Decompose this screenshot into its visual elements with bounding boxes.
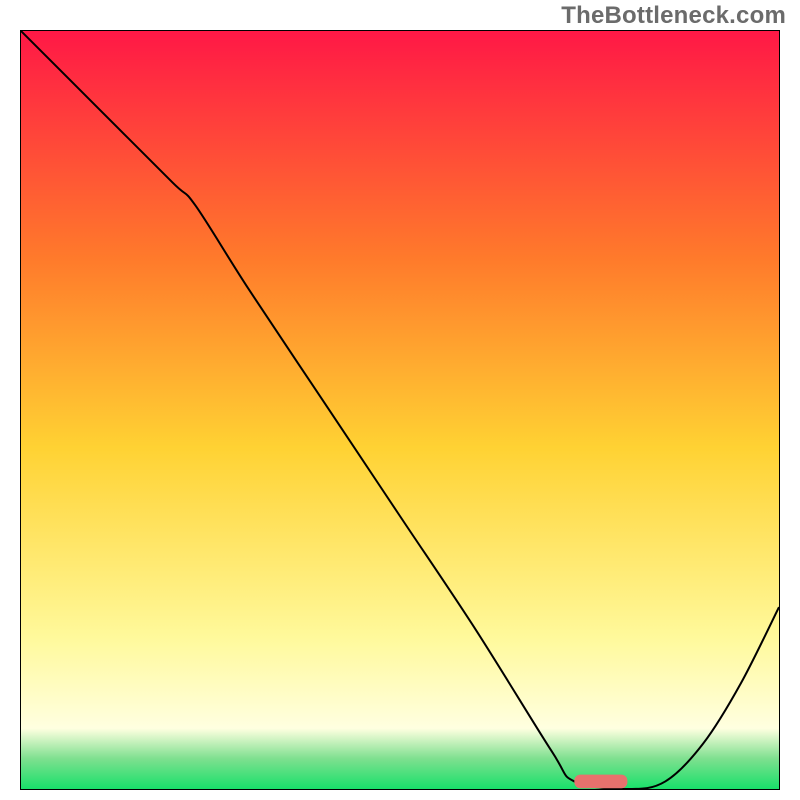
- watermark-text: TheBottleneck.com: [561, 2, 786, 30]
- plot-svg: [21, 31, 779, 789]
- optimum-marker: [574, 775, 627, 789]
- chart-stage: TheBottleneck.com: [0, 0, 800, 800]
- plot-area: [20, 30, 780, 790]
